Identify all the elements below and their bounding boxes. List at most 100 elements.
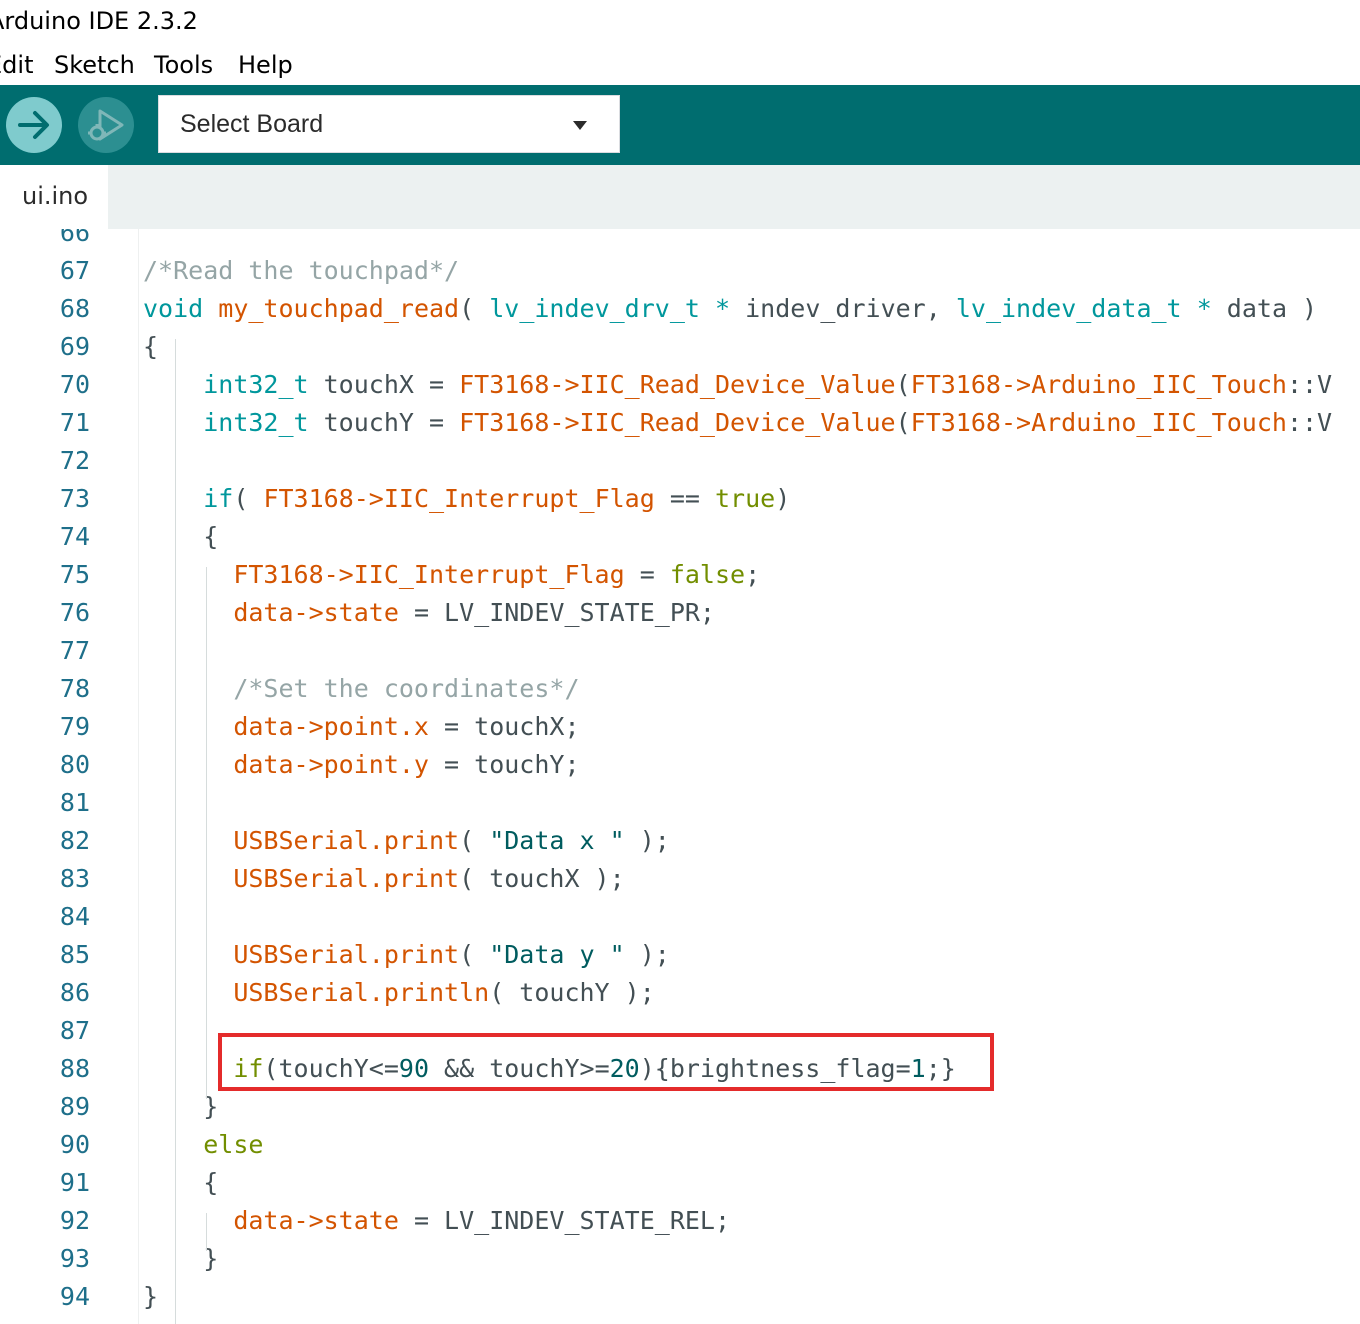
board-selector[interactable]: Select Board	[158, 95, 620, 153]
code-line: 83 USBSerial.print( touchX );	[0, 860, 1360, 898]
code-line: 66	[0, 229, 1360, 252]
code-token: /*Read the touchpad*/	[143, 256, 460, 285]
line-code: if( FT3168->IIC_Interrupt_Flag == true)	[143, 480, 790, 518]
code-token: (	[895, 408, 911, 437]
code-token: = touchX;	[428, 712, 580, 741]
code-line: 82 USBSerial.print( "Data x " );	[0, 822, 1360, 860]
code-line: 95	[0, 1316, 1360, 1324]
line-number: 87	[59, 1016, 90, 1045]
line-number: 94	[59, 1282, 90, 1311]
code-token: );	[624, 826, 670, 855]
menu-tools[interactable]: Tools	[154, 51, 213, 79]
line-number: 69	[59, 332, 90, 361]
line-number: 86	[59, 978, 90, 1007]
code-token: =	[624, 560, 670, 589]
menu-edit[interactable]: Edit	[0, 51, 33, 79]
menu-help[interactable]: Help	[238, 51, 293, 79]
board-selector-label: Select Board	[180, 110, 324, 138]
code-token: (	[233, 484, 264, 513]
code-token: {	[143, 1168, 219, 1197]
code-token: touchY =	[308, 408, 460, 437]
code-editor[interactable]: 66 67 /*Read the touchpad*/ 68 void my_touch…	[0, 229, 1360, 1324]
line-code: {	[143, 1164, 218, 1202]
line-number: 74	[59, 522, 90, 551]
code-token: lv_indev_drv_t	[489, 294, 700, 323]
code-line: 77	[0, 632, 1360, 670]
code-token: indev_driver,	[730, 294, 956, 323]
code-token: FT3168->Arduino_IIC_Touch	[910, 370, 1287, 399]
code-token: if	[203, 484, 234, 513]
line-code: }	[143, 1278, 158, 1316]
code-token: FT3168->IIC_Read_Device_Value	[459, 370, 896, 399]
line-code: FT3168->IIC_Interrupt_Flag = false;	[143, 556, 760, 594]
indent-guide	[206, 1213, 207, 1251]
code-token: my_touchpad_read	[218, 294, 460, 323]
code-token: int32_t	[203, 370, 309, 399]
code-line: 93 }	[0, 1240, 1360, 1278]
line-number: 93	[59, 1244, 90, 1273]
code-token: void	[143, 294, 204, 323]
chevron-down-icon	[573, 121, 587, 130]
line-code: else	[143, 1126, 263, 1164]
code-token: ( touchX );	[459, 864, 625, 893]
menu-bar: Edit Sketch Tools Help	[0, 44, 1360, 85]
code-token: (	[459, 940, 490, 969]
title-bar: Arduino IDE 2.3.2	[0, 0, 1360, 44]
line-code: int32_t touchX = FT3168->IIC_Read_Device…	[143, 366, 1332, 404]
code-token: {	[143, 522, 219, 551]
code-line: 67 /*Read the touchpad*/	[0, 252, 1360, 290]
code-token: (	[895, 370, 911, 399]
line-code: data->state = LV_INDEV_STATE_PR;	[143, 594, 715, 632]
code-line: 75 FT3168->IIC_Interrupt_Flag = false;	[0, 556, 1360, 594]
code-line: 86 USBSerial.println( touchY );	[0, 974, 1360, 1012]
code-token: data )	[1211, 294, 1318, 323]
code-token: data->point.y	[233, 750, 429, 779]
tab-label: ui.ino	[22, 182, 89, 210]
line-number: 71	[59, 408, 90, 437]
line-number: 81	[59, 788, 90, 817]
line-number: 95	[0, 1316, 90, 1324]
verify-upload-button[interactable]	[6, 97, 62, 153]
code-line: 76 data->state = LV_INDEV_STATE_PR;	[0, 594, 1360, 632]
code-token: false	[669, 560, 746, 589]
line-code: data->state = LV_INDEV_STATE_REL;	[143, 1202, 730, 1240]
code-line: 73 if( FT3168->IIC_Interrupt_Flag == tru…	[0, 480, 1360, 518]
line-number: 92	[59, 1206, 90, 1235]
code-token: USBSerial.print	[233, 940, 460, 969]
code-line: 78 /*Set the coordinates*/	[0, 670, 1360, 708]
code-line: 70 int32_t touchX = FT3168->IIC_Read_Dev…	[0, 366, 1360, 404]
code-token: *	[715, 294, 731, 323]
line-code: /*Set the coordinates*/	[143, 670, 579, 708]
code-token: data->point.x	[233, 712, 429, 741]
line-number: 83	[59, 864, 90, 893]
line-number: 66	[59, 229, 90, 247]
editor-tab-bar: ui.ino	[0, 165, 1360, 229]
debug-button[interactable]	[78, 97, 134, 153]
indent-guide	[175, 339, 176, 1324]
code-token: FT3168->IIC_Interrupt_Flag	[263, 484, 655, 513]
line-number: 78	[59, 674, 90, 703]
line-number: 91	[59, 1168, 90, 1197]
code-token: "Data x "	[489, 826, 625, 855]
menu-sketch[interactable]: Sketch	[54, 51, 135, 79]
code-token: USBSerial.print	[233, 826, 460, 855]
tab-ui-ino[interactable]: ui.ino	[0, 165, 108, 229]
line-number: 89	[59, 1092, 90, 1121]
code-line: 89 }	[0, 1088, 1360, 1126]
line-number: 68	[59, 294, 90, 323]
line-number: 72	[59, 446, 90, 475]
code-token: ( touchY );	[489, 978, 655, 1007]
line-number: 77	[59, 636, 90, 665]
line-number: 73	[59, 484, 90, 513]
line-number: 90	[59, 1130, 90, 1159]
window-title: Arduino IDE 2.3.2	[0, 7, 198, 35]
